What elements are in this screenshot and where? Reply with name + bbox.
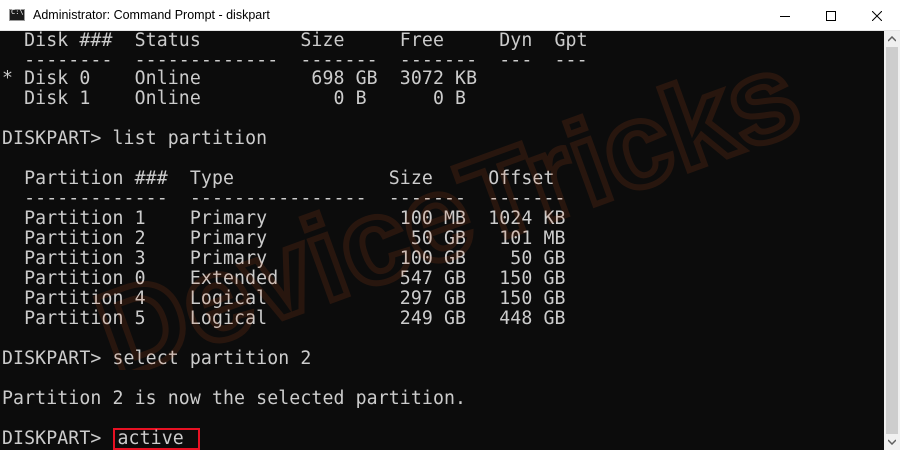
- title-bar: Administrator: Command Prompt - diskpart: [0, 0, 900, 31]
- console-line: ------------- ---------------- ------- -…: [2, 188, 566, 209]
- console-line: Partition 3 Primary 100 GB 50 GB: [2, 248, 566, 269]
- console-line: Partition 4 Logical 297 GB 150 GB: [2, 288, 566, 309]
- scroll-up-button[interactable]: [884, 31, 900, 47]
- scroll-thumb[interactable]: [886, 47, 898, 434]
- maximize-icon: [826, 10, 836, 21]
- chevron-down-icon: [888, 439, 896, 445]
- minimize-button[interactable]: [762, 0, 808, 31]
- prompt-label: DISKPART>: [2, 428, 113, 449]
- console-line: * Disk 0 Online 698 GB 3072 KB: [2, 68, 478, 89]
- close-button[interactable]: [854, 0, 900, 31]
- console-line: Partition 2 Primary 50 GB 101 MB: [2, 228, 566, 249]
- current-prompt-line[interactable]: DISKPART> active: [2, 428, 200, 450]
- minimize-icon: [780, 15, 790, 17]
- console-line: Partition 2 is now the selected partitio…: [2, 388, 467, 409]
- chevron-up-icon: [888, 36, 896, 42]
- close-icon: [872, 10, 882, 21]
- console-line: Partition ### Type Size Offset: [2, 168, 555, 189]
- console-line: Partition 1 Primary 100 MB 1024 KB: [2, 208, 566, 229]
- console-line: Disk ### Status Size Free Dyn Gpt: [2, 31, 588, 51]
- window-title: Administrator: Command Prompt - diskpart: [33, 8, 270, 22]
- console-line: Partition 0 Extended 547 GB 150 GB: [2, 268, 566, 289]
- command-prompt-icon[interactable]: [9, 8, 25, 21]
- scroll-down-button[interactable]: [884, 434, 900, 450]
- console-output[interactable]: Disk ### Status Size Free Dyn Gpt ------…: [0, 31, 884, 450]
- console-line: Disk 1 Online 0 B 0 B: [2, 88, 467, 109]
- window-controls: [762, 0, 900, 31]
- vertical-scrollbar[interactable]: [884, 31, 900, 450]
- console-line: Partition 5 Logical 249 GB 448 GB: [2, 308, 566, 329]
- console-line: DISKPART> select partition 2: [2, 348, 312, 369]
- maximize-button[interactable]: [808, 0, 854, 31]
- console-line: DISKPART> list partition: [2, 128, 268, 149]
- highlighted-command: active: [112, 428, 200, 450]
